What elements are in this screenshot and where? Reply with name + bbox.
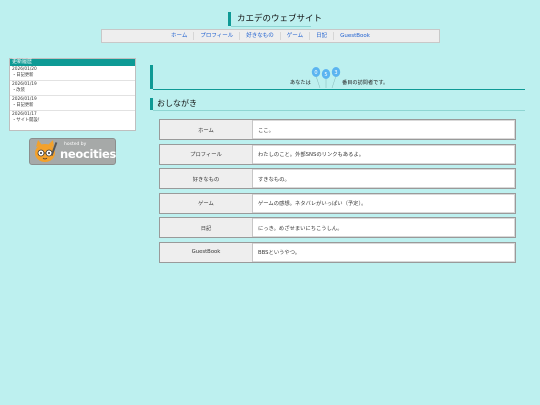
neocities-cat-icon	[35, 140, 58, 162]
nav-profile[interactable]: プロフィール	[193, 32, 239, 40]
menu-table: ホーム ここ。 プロフィール わたしのこと。外部SNSのリンクもあるよ。 好きな…	[159, 119, 516, 266]
menu-row: ホーム ここ。	[159, 119, 516, 140]
menu-row: ゲーム ゲームの感想。ネタバレがいっぱい（予定）。	[159, 192, 516, 214]
menu-description: にっき。めざせまいにちこうしん。	[258, 225, 343, 232]
counter-digit: 0	[314, 70, 317, 76]
nav-home[interactable]: ホーム	[165, 32, 193, 40]
update-entry: 2026/01/19 ・改装	[10, 81, 135, 96]
menu-description: ここ。	[258, 127, 274, 134]
menu-link-games[interactable]: ゲーム	[160, 193, 253, 213]
counter-digit: 5	[324, 72, 327, 78]
top-nav: ホーム プロフィール 好きなもの ゲーム 日記 GuestBook	[101, 29, 440, 43]
update-text: ・日記更新	[12, 102, 34, 108]
nav-diary[interactable]: 日記	[309, 32, 333, 40]
menu-row: GuestBook BBSというやつ。	[159, 241, 516, 263]
menu-row: 日記 にっき。めざせまいにちこうしん。	[159, 217, 516, 238]
counter-digit: 3	[334, 70, 337, 76]
update-history-heading: 更新履歴	[10, 59, 135, 66]
title-underline	[231, 26, 311, 27]
nav-guestbook[interactable]: GuestBook	[333, 32, 376, 40]
menu-row: 好きなもの すきなもの。	[159, 168, 516, 189]
update-entry: 2026/01/17 ・サイト開設！	[10, 111, 135, 125]
counter-prefix: あなたは	[290, 80, 311, 86]
update-entry: 2026/01/19 ・日記更新	[10, 96, 135, 111]
menu-description: わたしのこと。外部SNSのリンクもあるよ。	[258, 152, 365, 158]
menu-row: プロフィール わたしのこと。外部SNSのリンクもあるよ。	[159, 143, 516, 165]
menu-link-diary[interactable]: 日記	[160, 218, 253, 237]
neocities-badge[interactable]: hosted by neocities	[29, 138, 116, 165]
menu-link-guestbook[interactable]: GuestBook	[160, 242, 253, 262]
update-history: 更新履歴 2026/01/20 ・日記更新 2026/01/19 ・改装 202…	[9, 58, 136, 131]
nav-favorites[interactable]: 好きなもの	[239, 32, 280, 40]
menu-link-home[interactable]: ホーム	[160, 120, 253, 139]
update-text: ・サイト開設！	[12, 117, 43, 123]
menu-description: すきなもの。	[258, 176, 290, 183]
site-title: カエデのウェブサイト	[228, 12, 322, 26]
menu-link-profile[interactable]: プロフィール	[160, 144, 253, 164]
update-text: ・改装	[12, 87, 25, 93]
section-underline	[153, 110, 525, 111]
update-entry: 2026/01/20 ・日記更新	[10, 66, 135, 81]
menu-description: BBSというやつ。	[258, 250, 301, 256]
badge-brand-text: neocities	[60, 147, 117, 161]
section-title: おしながき	[150, 98, 532, 110]
balloon-counter: 0 5 3	[311, 67, 341, 89]
update-text: ・日記更新	[12, 72, 34, 78]
nav-games[interactable]: ゲーム	[279, 32, 309, 40]
menu-link-favorites[interactable]: 好きなもの	[160, 169, 253, 188]
menu-description: ゲームの感想。ネタバレがいっぱい（予定）。	[258, 201, 367, 207]
counter-suffix: 番目の訪問者です。	[342, 80, 389, 86]
